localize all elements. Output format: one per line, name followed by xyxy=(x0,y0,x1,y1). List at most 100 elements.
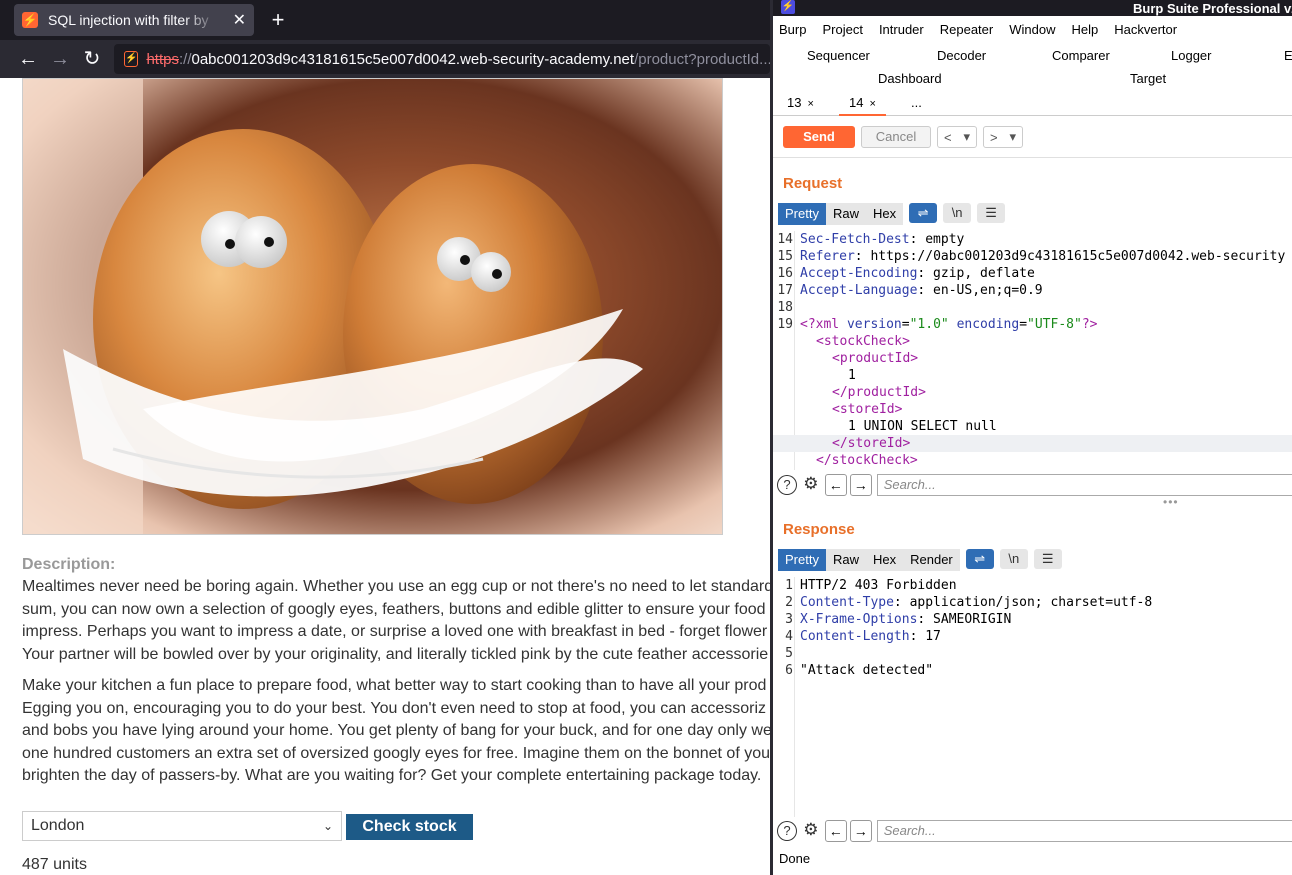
tool-tab-comparer[interactable]: Comparer xyxy=(1052,48,1110,63)
request-title: Request xyxy=(783,175,843,192)
response-tab-hex[interactable]: Hex xyxy=(865,549,904,571)
check-stock-button[interactable]: Check stock xyxy=(346,814,473,840)
xml-stockcheck-close: </stockCheck> xyxy=(816,453,918,468)
search-next-arrow-icon[interactable]: → xyxy=(849,820,872,842)
menu-hackvertor[interactable]: Hackvertor xyxy=(1114,22,1177,44)
tool-tab-sequencer[interactable]: Sequencer xyxy=(807,48,870,63)
back-arrow-icon[interactable]: ← xyxy=(12,43,44,75)
request-editor[interactable]: 14 Sec-Fetch-Dest: empty 15 Referer: https… xyxy=(773,231,1292,470)
search-next-arrow-icon[interactable]: → xyxy=(849,474,872,496)
url-path: /product?productId... xyxy=(634,50,770,68)
newline-toggle[interactable]: \n xyxy=(999,549,1028,569)
repeater-tab-label: 14 xyxy=(849,95,864,110)
tool-tab-extender[interactable]: Ex xyxy=(1284,48,1292,63)
gear-icon[interactable]: ⚙ xyxy=(801,475,821,495)
menu-burp[interactable]: Burp xyxy=(779,22,806,44)
repeater-tab-13[interactable]: 13 × xyxy=(777,92,824,116)
response-line: 4 Content-Length: 17 xyxy=(785,629,941,644)
search-prev-arrow-icon[interactable]: ← xyxy=(824,474,847,496)
history-back-button[interactable]: < ▾ xyxy=(937,126,977,148)
xml-productid-open: <productId> xyxy=(832,351,919,366)
request-line: 17 Accept-Language: en-US,en;q=0.9 xyxy=(777,283,1043,298)
pane-divider-handle[interactable]: ••• xyxy=(1163,495,1179,509)
forward-arrow-icon[interactable]: → xyxy=(44,43,76,75)
chevron-right-icon: > xyxy=(989,129,998,145)
tool-tab-dashboard[interactable]: Dashboard xyxy=(878,71,942,86)
menu-help[interactable]: Help xyxy=(1071,22,1098,44)
browser-tab-active[interactable]: ⚡ SQL injection with filter by ✕ xyxy=(14,4,254,36)
url-scheme: https xyxy=(146,50,179,68)
product-image xyxy=(22,78,723,535)
menu-project[interactable]: Project xyxy=(822,22,862,44)
tool-tab-decoder[interactable]: Decoder xyxy=(937,48,986,63)
cancel-button[interactable]: Cancel xyxy=(861,126,931,148)
response-line: 2 Content-Type: application/json; charset… xyxy=(785,595,1153,610)
request-search-row: ? ⚙ ← → Search... xyxy=(777,473,1292,497)
response-search-input[interactable]: Search... xyxy=(876,820,1292,842)
newline-toggle[interactable]: \n xyxy=(943,203,972,223)
tool-tabs-row-1: Sequencer Decoder Comparer Logger Ex xyxy=(773,48,1292,70)
reload-icon[interactable]: ↻ xyxy=(76,43,108,75)
response-tab-pretty[interactable]: Pretty xyxy=(778,549,826,571)
history-forward-button[interactable]: > ▾ xyxy=(983,126,1023,148)
request-search-input[interactable]: Search... xyxy=(876,474,1292,496)
request-tab-hex[interactable]: Hex xyxy=(865,203,904,225)
insecure-lock-icon[interactable]: ⚡ xyxy=(124,51,139,67)
description-line: Make your kitchen a fun place to prepare… xyxy=(22,677,767,694)
dropdown-caret-icon: ▾ xyxy=(1009,129,1017,144)
tool-tabs-row-2: Dashboard Target xyxy=(773,71,1292,93)
description-label: Description: xyxy=(22,556,116,573)
xml-storeid-open: <storeId> xyxy=(832,402,903,417)
description-line: sum, you can now own a selection of goog… xyxy=(22,600,766,618)
burp-logo-icon: ⚡ xyxy=(781,0,795,14)
browser-nav-bar: ← → ↻ ⚡ https://0abc001203d9c43181615c5e… xyxy=(0,40,770,78)
response-line: 5 xyxy=(785,646,793,661)
store-select[interactable]: London ⌄ xyxy=(22,811,342,841)
close-icon[interactable]: × xyxy=(869,98,875,110)
menu-lines-icon[interactable]: ☰ xyxy=(1033,549,1062,569)
address-bar[interactable]: ⚡ https://0abc001203d9c43181615c5e007d00… xyxy=(114,44,770,74)
description-paragraph-2: Make your kitchen a fun place to prepare… xyxy=(22,675,770,788)
description-line: one hundred customers an extra set of ov… xyxy=(22,744,770,762)
tool-tab-logger[interactable]: Logger xyxy=(1171,48,1211,63)
menu-repeater[interactable]: Repeater xyxy=(940,22,993,44)
tool-tab-target[interactable]: Target xyxy=(1130,71,1166,86)
xml-storeid-value: 1 UNION SELECT null xyxy=(848,419,997,434)
burp-suite-window: ⚡ Burp Suite Professional v2022.2 Burp P… xyxy=(770,0,1292,875)
response-search-row: ? ⚙ ← → Search... xyxy=(777,819,1292,843)
help-icon[interactable]: ? xyxy=(777,475,797,495)
gear-icon[interactable]: ⚙ xyxy=(801,821,821,841)
status-bar-text: Done xyxy=(779,851,811,866)
dropdown-caret-icon: ▾ xyxy=(963,129,971,144)
send-button[interactable]: Send xyxy=(783,126,855,148)
description-line: brighten the day of passers-by. What are… xyxy=(22,767,762,784)
description-line: Your partner will be bowled over by your… xyxy=(22,645,769,663)
response-tab-raw[interactable]: Raw xyxy=(825,549,866,571)
request-line: 16 Accept-Encoding: gzip, deflate xyxy=(777,266,1035,281)
response-editor[interactable]: 1 HTTP/2 403 Forbidden 2 Content-Type: app… xyxy=(773,577,1292,817)
word-wrap-icon[interactable]: ⇌ xyxy=(965,549,994,569)
xml-declaration-line: 19 <?xml version="1.0" encoding="UTF-8"?> xyxy=(777,317,1098,332)
response-view-tabs: Pretty Raw Hex Render ⇌ \n ☰ xyxy=(778,549,1062,571)
close-tab-icon[interactable]: ✕ xyxy=(233,10,246,30)
response-line: 1 HTTP/2 403 Forbidden xyxy=(785,578,957,593)
menu-window[interactable]: Window xyxy=(1009,22,1055,44)
response-line: 3 X-Frame-Options: SAMEORIGIN xyxy=(785,612,1012,627)
help-icon[interactable]: ? xyxy=(777,821,797,841)
new-tab-button[interactable]: + xyxy=(266,6,290,34)
request-tab-raw[interactable]: Raw xyxy=(825,203,866,225)
response-body-line: 6 "Attack detected" xyxy=(785,663,934,678)
menu-intruder[interactable]: Intruder xyxy=(879,22,924,44)
menu-lines-icon[interactable]: ☰ xyxy=(977,203,1006,223)
close-icon[interactable]: × xyxy=(807,98,813,110)
search-prev-arrow-icon[interactable]: ← xyxy=(824,820,847,842)
request-tab-pretty[interactable]: Pretty xyxy=(778,203,826,225)
repeater-tab-14[interactable]: 14 × xyxy=(839,92,886,116)
chevron-down-icon: ⌄ xyxy=(322,819,333,833)
repeater-tab-label: 13 xyxy=(787,95,802,110)
response-tab-render[interactable]: Render xyxy=(903,549,960,571)
word-wrap-icon[interactable]: ⇌ xyxy=(909,203,938,223)
portswigger-favicon-icon: ⚡ xyxy=(22,12,38,28)
repeater-action-row: Send Cancel < ▾ > ▾ xyxy=(773,118,1292,158)
repeater-tab-new[interactable]: ... xyxy=(901,92,932,116)
